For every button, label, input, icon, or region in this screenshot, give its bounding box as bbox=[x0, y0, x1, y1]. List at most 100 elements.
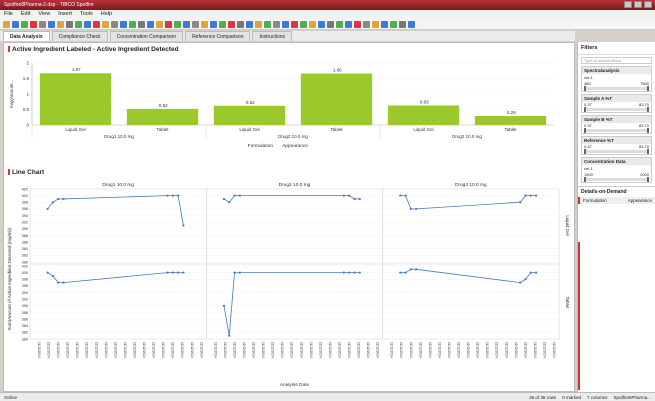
line-point[interactable] bbox=[171, 194, 174, 197]
line-point[interactable] bbox=[238, 271, 241, 274]
line-point[interactable] bbox=[358, 271, 361, 274]
line-point[interactable] bbox=[348, 271, 351, 274]
toolbar-icon[interactable] bbox=[120, 20, 127, 28]
line-point[interactable] bbox=[166, 271, 169, 274]
line-point[interactable] bbox=[46, 271, 49, 274]
filter-slider[interactable] bbox=[584, 149, 649, 154]
menu-file[interactable]: File bbox=[4, 11, 13, 18]
toolbar-icon[interactable] bbox=[12, 20, 19, 28]
line-point[interactable] bbox=[399, 271, 402, 274]
bar-chart[interactable]: 0 0.5 1 1.5 2 Avg(Amount... 1.67 Liquid Gel 0.52… bbox=[4, 55, 574, 167]
line-point[interactable] bbox=[415, 207, 418, 211]
tab-reference-comparison[interactable]: Reference Comparison bbox=[185, 31, 251, 41]
line-series[interactable] bbox=[47, 195, 184, 226]
line-point[interactable] bbox=[171, 271, 174, 274]
toolbar-icon[interactable] bbox=[318, 20, 325, 28]
line-point[interactable] bbox=[415, 268, 418, 271]
menu-edit[interactable]: Edit bbox=[21, 11, 30, 18]
line-point[interactable] bbox=[182, 224, 185, 227]
bar[interactable] bbox=[300, 73, 373, 125]
line-point[interactable] bbox=[534, 194, 538, 197]
dod-col-appearance[interactable]: Appearance bbox=[628, 198, 652, 203]
toolbar-icon[interactable] bbox=[39, 20, 46, 28]
menu-insert[interactable]: Insert bbox=[58, 11, 72, 18]
line-point[interactable] bbox=[228, 334, 231, 337]
line-series[interactable] bbox=[223, 195, 360, 203]
toolbar-icon[interactable] bbox=[75, 20, 82, 28]
toolbar-icon[interactable] bbox=[372, 20, 379, 28]
toolbar-icon[interactable] bbox=[228, 20, 235, 28]
filter-search-input[interactable]: Type to search filters bbox=[581, 57, 652, 64]
toolbar-icon[interactable] bbox=[57, 20, 64, 28]
line-point[interactable] bbox=[51, 274, 55, 278]
line-point[interactable] bbox=[409, 207, 412, 211]
minimize-button[interactable] bbox=[624, 1, 632, 8]
toolbar-icon[interactable] bbox=[282, 20, 289, 28]
line-point[interactable] bbox=[177, 194, 180, 197]
line-point[interactable] bbox=[529, 271, 532, 274]
formulation-axis-selector[interactable]: Formulation bbox=[248, 143, 274, 149]
toolbar-icon[interactable] bbox=[102, 20, 109, 28]
toolbar-icon[interactable] bbox=[408, 20, 415, 28]
line-point[interactable] bbox=[222, 304, 226, 307]
toolbar-icon[interactable] bbox=[84, 20, 91, 28]
toolbar-icon[interactable] bbox=[237, 20, 244, 28]
line-series[interactable] bbox=[47, 272, 184, 283]
line-x-axis-selector[interactable]: Analysis Date bbox=[280, 382, 310, 388]
toolbar-icon[interactable] bbox=[399, 20, 406, 28]
tab-data-analysis[interactable]: Data Analysis bbox=[3, 31, 50, 41]
filter-header[interactable]: Spectralanalysis bbox=[582, 67, 651, 74]
filter-header[interactable]: Concentration Data bbox=[582, 158, 651, 165]
toolbar-icon[interactable] bbox=[210, 20, 217, 28]
line-point[interactable] bbox=[404, 194, 407, 197]
line-chart[interactable]: Sum(Amount of Active Ingredient Detected… bbox=[4, 179, 574, 391]
filter-slider[interactable] bbox=[584, 86, 649, 91]
toolbar-icon[interactable] bbox=[138, 20, 145, 28]
line-point[interactable] bbox=[524, 194, 527, 197]
menu-tools[interactable]: Tools bbox=[80, 11, 93, 18]
toolbar-icon[interactable] bbox=[21, 20, 28, 28]
line-point[interactable] bbox=[534, 271, 538, 274]
filter-slider[interactable] bbox=[584, 128, 649, 133]
line-point[interactable] bbox=[399, 194, 402, 197]
menu-view[interactable]: View bbox=[38, 11, 50, 18]
toolbar-icon[interactable] bbox=[192, 20, 199, 28]
line-point[interactable] bbox=[409, 268, 412, 271]
line-point[interactable] bbox=[238, 194, 241, 197]
line-point[interactable] bbox=[62, 197, 65, 201]
toolbar-icon[interactable] bbox=[30, 20, 37, 28]
toolbar-icon[interactable] bbox=[336, 20, 343, 28]
toolbar-icon[interactable] bbox=[345, 20, 352, 28]
filter-box[interactable]: Sample B %T 0.37 83.70 bbox=[581, 115, 652, 134]
toolbar-icon[interactable] bbox=[147, 20, 154, 28]
bar[interactable] bbox=[126, 108, 199, 125]
toolbar-icon[interactable] bbox=[291, 20, 298, 28]
line-point[interactable] bbox=[222, 197, 226, 201]
filter-box[interactable]: Spectralanalysis cm-1 450 7800 bbox=[581, 66, 652, 92]
line-point[interactable] bbox=[404, 271, 407, 274]
filter-slider[interactable] bbox=[584, 177, 649, 182]
filter-header[interactable]: Sample B %T bbox=[582, 116, 651, 123]
tab-compliance-check[interactable]: Compliance Check bbox=[51, 31, 108, 41]
line-series[interactable] bbox=[223, 272, 360, 336]
line-point[interactable] bbox=[182, 271, 185, 274]
line-point[interactable] bbox=[46, 207, 49, 211]
appearance-axis-selector[interactable]: Appearance bbox=[282, 143, 308, 149]
toolbar-icon[interactable] bbox=[165, 20, 172, 28]
toolbar-icon[interactable] bbox=[246, 20, 253, 28]
line-point[interactable] bbox=[166, 194, 169, 197]
toolbar-icon[interactable] bbox=[111, 20, 118, 28]
line-point[interactable] bbox=[358, 197, 361, 201]
bar[interactable] bbox=[39, 73, 112, 125]
line-point[interactable] bbox=[353, 197, 356, 201]
line-point[interactable] bbox=[62, 281, 65, 284]
toolbar-icon[interactable] bbox=[327, 20, 334, 28]
toolbar-icon[interactable] bbox=[201, 20, 208, 28]
toolbar-icon[interactable] bbox=[264, 20, 271, 28]
line-point[interactable] bbox=[519, 281, 522, 284]
filter-header[interactable]: Reference %T bbox=[582, 137, 651, 144]
filter-slider[interactable] bbox=[584, 107, 649, 112]
dod-col-formulation[interactable]: Formulation bbox=[583, 198, 607, 203]
toolbar-icon[interactable] bbox=[363, 20, 370, 28]
line-point[interactable] bbox=[51, 201, 55, 204]
